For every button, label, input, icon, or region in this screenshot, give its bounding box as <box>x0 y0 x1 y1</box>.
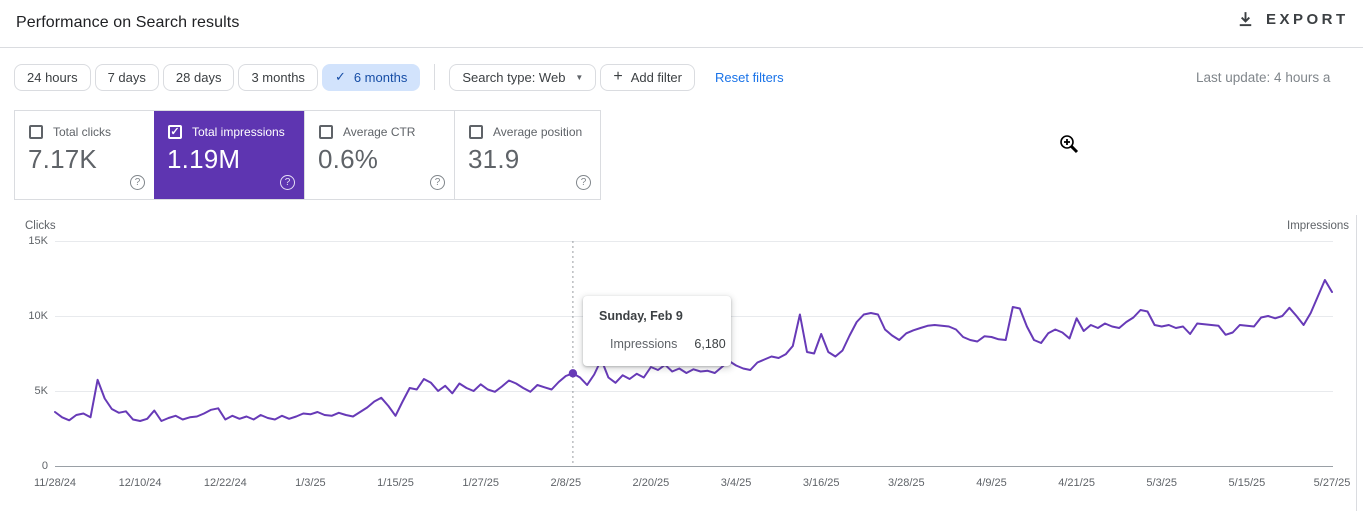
reset-filters-link[interactable]: Reset filters <box>715 70 784 85</box>
x-tick-label: 5/3/25 <box>1146 477 1177 489</box>
x-tick-label: 4/21/25 <box>1058 477 1095 489</box>
metric-card-average-ctr[interactable]: Average CTR 0.6% ? <box>304 111 454 199</box>
x-tick-label: 3/4/25 <box>720 477 752 489</box>
x-tick-label: 3/16/25 <box>802 477 840 489</box>
filter-separator <box>434 64 436 90</box>
checkbox-total-impressions[interactable]: ✓ <box>168 125 182 139</box>
x-tick-label: 2/8/25 <box>550 477 582 489</box>
range-chip-6-months[interactable]: ✓ 6 months <box>321 63 421 91</box>
help-icon[interactable]: ? <box>280 175 295 190</box>
checkbox-average-position[interactable] <box>469 125 483 139</box>
average-position-value: 31.9 <box>468 144 520 174</box>
y-tick-15k: 15K <box>28 235 48 247</box>
selected-point-dot <box>568 369 578 378</box>
left-axis-title: Clicks <box>25 220 56 232</box>
check-icon: ✓ <box>334 69 346 84</box>
average-ctr-value: 0.6% <box>318 144 379 174</box>
range-chip-28-days[interactable]: 28 days <box>162 63 235 91</box>
header-divider <box>0 47 1363 48</box>
metric-card-total-impressions[interactable]: ✓ Total impressions 1.19M ? <box>154 111 304 199</box>
range-chip-7-days[interactable]: 7 days <box>94 63 159 91</box>
right-edge-line <box>1356 215 1357 511</box>
total-clicks-value: 7.17K <box>28 144 97 174</box>
checkbox-total-clicks[interactable] <box>29 125 43 139</box>
export-label: EXPORT <box>1266 11 1349 28</box>
metric-card-total-clicks[interactable]: Total clicks 7.17K ? <box>15 111 154 199</box>
range-chip-3-months[interactable]: 3 months <box>238 63 318 91</box>
x-tick-label: 2/20/25 <box>632 477 670 489</box>
x-tick-label: 1/3/25 <box>295 477 326 489</box>
search-type-dropdown[interactable]: Search type: Web ▼ <box>449 63 597 91</box>
metric-cards-panel: Total clicks 7.17K ? ✓ Total impressions… <box>14 110 601 200</box>
tooltip-series-label: Impressions <box>610 337 678 351</box>
right-axis-title: Impressions <box>1287 220 1349 232</box>
x-axis-line <box>55 466 1333 467</box>
x-tick-label: 3/28/25 <box>887 477 925 489</box>
y-tick-10k: 10K <box>28 310 48 322</box>
add-filter-button[interactable]: + Add filter <box>600 63 695 91</box>
x-axis-labels: 11/28/24 12/10/24 12/22/24 1/3/25 1/15/25 1/2… <box>34 477 1350 491</box>
tooltip-date: Sunday, Feb 9 <box>599 309 683 323</box>
x-tick-label: 12/10/24 <box>118 477 162 489</box>
help-icon[interactable]: ? <box>576 175 591 190</box>
y-tick-0: 0 <box>41 460 48 472</box>
x-tick-label: 5/15/25 <box>1228 477 1266 489</box>
tooltip-value: 6,180 <box>694 337 726 351</box>
range-chip-24-hours[interactable]: 24 hours <box>14 63 91 91</box>
chart-tooltip: Sunday, Feb 9 Impressions 6,180 <box>583 296 731 366</box>
metric-card-average-position[interactable]: Average position 31.9 ? <box>454 111 600 199</box>
zoom-in-cursor-icon <box>1060 135 1079 154</box>
last-update-text: Last update: 4 hours a <box>1196 70 1331 85</box>
checkbox-average-ctr[interactable] <box>319 125 333 139</box>
x-tick-label: 4/9/25 <box>976 477 1007 489</box>
download-icon <box>1239 12 1252 27</box>
plus-icon: + <box>613 68 623 85</box>
help-icon[interactable]: ? <box>430 175 445 190</box>
chevron-down-icon: ▼ <box>575 72 584 82</box>
total-impressions-value: 1.19M <box>167 144 241 174</box>
filter-bar: 24 hours 7 days 28 days 3 months ✓ 6 mon… <box>14 63 784 91</box>
x-tick-label: 5/27/25 <box>1313 477 1351 489</box>
x-tick-label: 1/15/25 <box>377 477 414 489</box>
page-title: Performance on Search results <box>16 14 240 31</box>
y-tick-5k: 5K <box>34 385 48 397</box>
help-icon[interactable]: ? <box>130 175 145 190</box>
x-tick-label: 12/22/24 <box>203 477 247 489</box>
x-tick-label: 1/27/25 <box>462 477 500 489</box>
export-button[interactable]: EXPORT <box>1237 11 1363 28</box>
x-tick-label: 11/28/24 <box>33 477 77 489</box>
